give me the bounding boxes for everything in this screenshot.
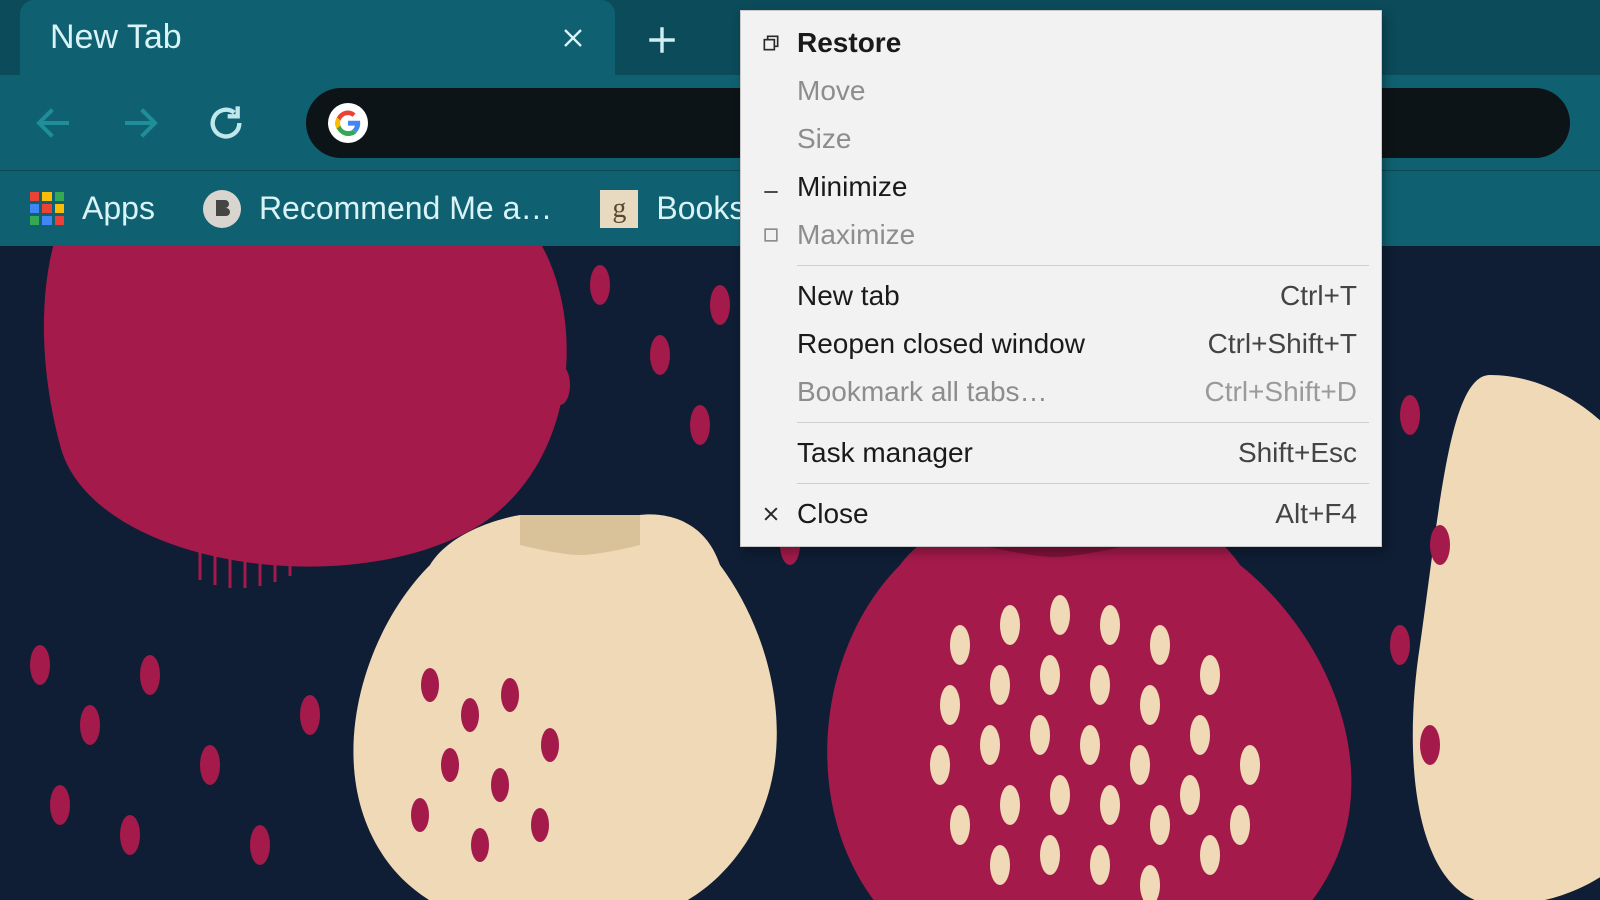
menu-accel: Alt+F4 (1275, 498, 1357, 530)
bookmark-recommend[interactable]: Recommend Me a… (203, 190, 552, 228)
menu-item-bookmark-all: Bookmark all tabs… Ctrl+Shift+D (741, 368, 1381, 416)
bookmark-books[interactable]: g Books (600, 190, 745, 228)
menu-label: Minimize (791, 171, 1357, 203)
new-tab-button[interactable] (640, 18, 684, 62)
menu-item-minimize[interactable]: Minimize (741, 163, 1381, 211)
menu-label: Reopen closed window (791, 328, 1208, 360)
tab-title: New Tab (50, 18, 561, 57)
menu-separator (797, 483, 1369, 484)
reload-button[interactable] (202, 99, 250, 147)
tab-active[interactable]: New Tab (20, 0, 615, 75)
menu-item-close[interactable]: Close Alt+F4 (741, 490, 1381, 538)
menu-label: Move (791, 75, 1357, 107)
close-icon (751, 504, 791, 524)
menu-item-restore[interactable]: Restore (741, 19, 1381, 67)
menu-label: Size (791, 123, 1357, 155)
back-button[interactable] (30, 99, 78, 147)
bookmark-apps[interactable]: Apps (30, 190, 155, 227)
menu-item-new-tab[interactable]: New tab Ctrl+T (741, 272, 1381, 320)
menu-item-size: Size (741, 115, 1381, 163)
menu-item-task-manager[interactable]: Task manager Shift+Esc (741, 429, 1381, 477)
menu-separator (797, 265, 1369, 266)
menu-label: Maximize (791, 219, 1357, 251)
minimize-icon (751, 177, 791, 197)
menu-accel: Ctrl+Shift+D (1205, 376, 1358, 408)
window-system-menu: Restore Move Size Minimize Maximize New … (740, 10, 1382, 547)
close-tab-icon[interactable] (561, 26, 585, 50)
bookmark-label: Recommend Me a… (259, 190, 552, 227)
menu-accel: Ctrl+Shift+T (1208, 328, 1357, 360)
bookmark-label: Books (656, 190, 745, 227)
favicon-icon (203, 190, 241, 228)
menu-accel: Shift+Esc (1238, 437, 1357, 469)
menu-separator (797, 422, 1369, 423)
menu-item-maximize: Maximize (741, 211, 1381, 259)
menu-label: New tab (791, 280, 1280, 312)
menu-item-move: Move (741, 67, 1381, 115)
google-icon (328, 103, 368, 143)
favicon-icon: g (600, 190, 638, 228)
menu-accel: Ctrl+T (1280, 280, 1357, 312)
menu-label: Task manager (791, 437, 1238, 469)
maximize-icon (751, 225, 791, 245)
bookmark-label: Apps (82, 190, 155, 227)
menu-label: Restore (791, 27, 1357, 59)
menu-item-reopen-window[interactable]: Reopen closed window Ctrl+Shift+T (741, 320, 1381, 368)
forward-button[interactable] (116, 99, 164, 147)
menu-label: Bookmark all tabs… (791, 376, 1205, 408)
apps-icon (30, 192, 64, 226)
restore-icon (751, 33, 791, 53)
menu-label: Close (791, 498, 1275, 530)
